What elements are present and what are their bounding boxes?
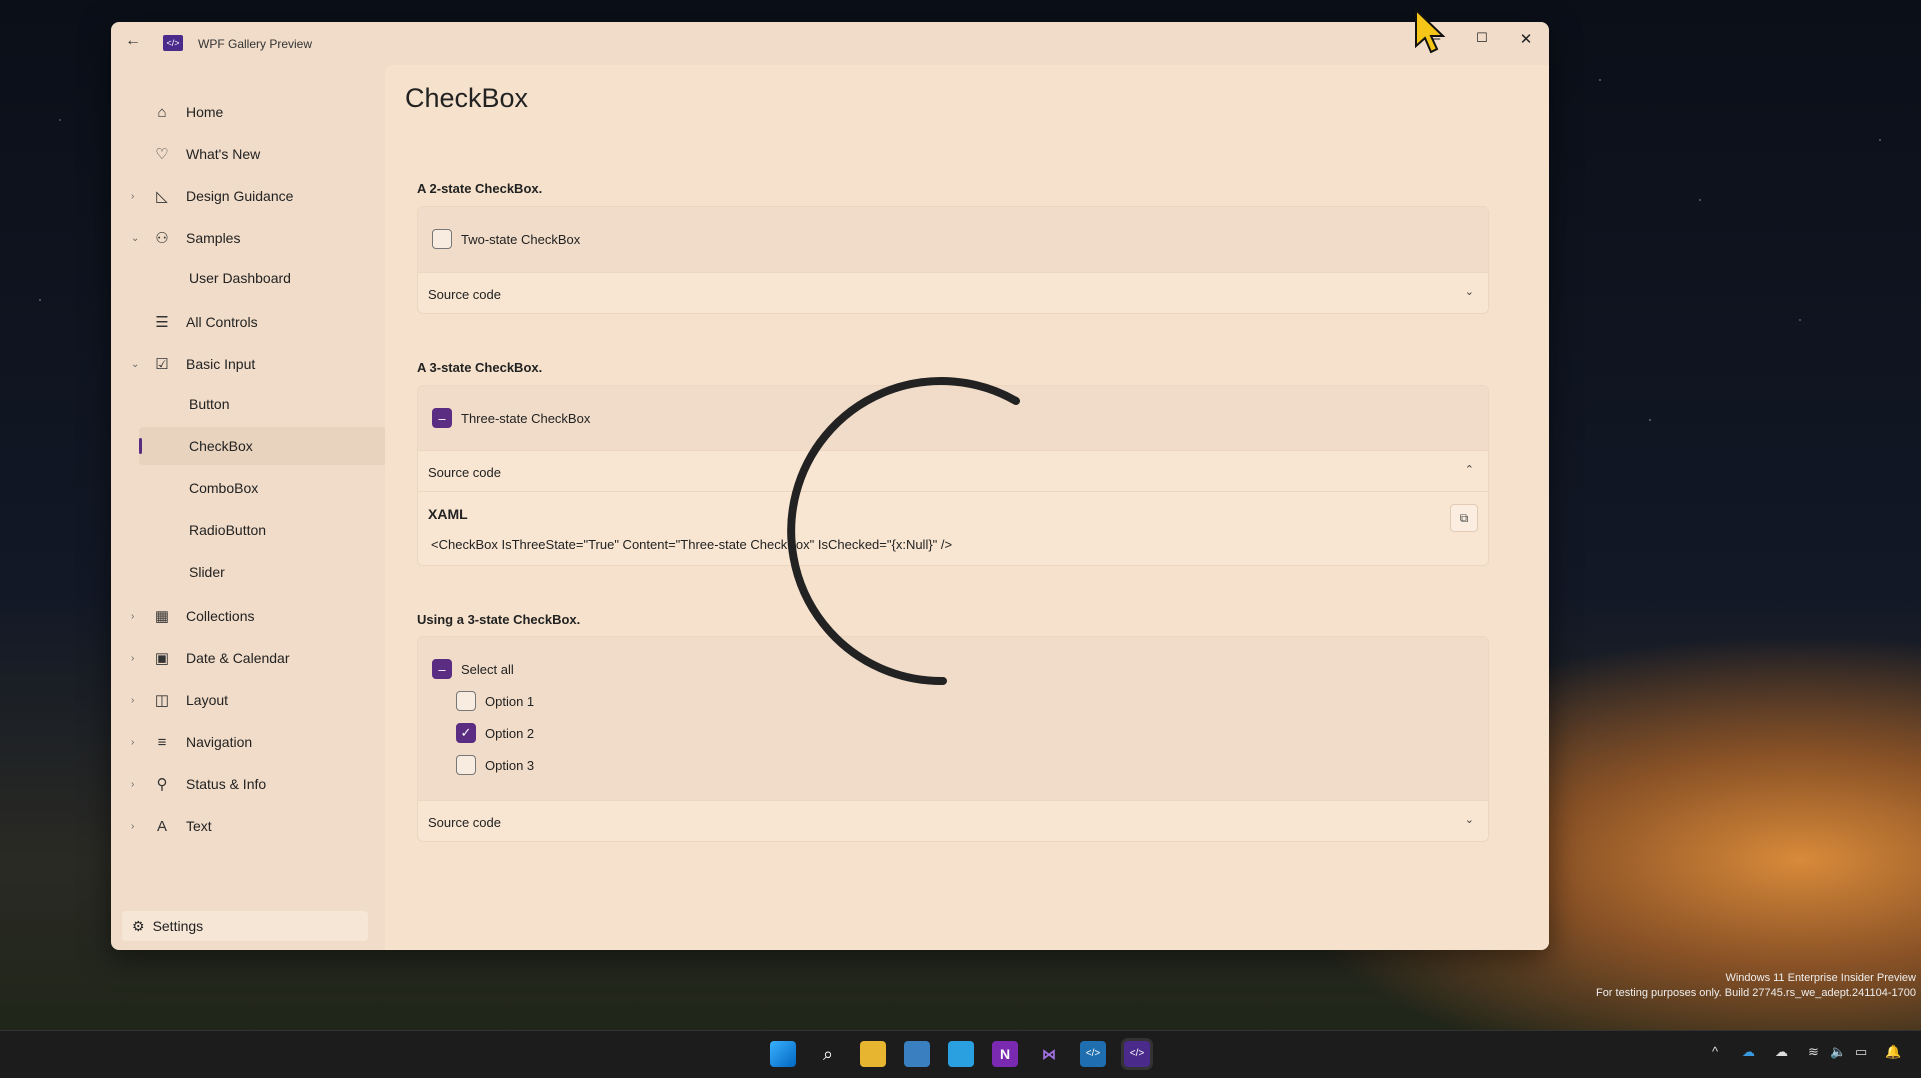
start-windows-icon[interactable] <box>770 1041 796 1067</box>
spinner-arc <box>787 377 1020 686</box>
notifications-icon[interactable]: 🔔 <box>1885 1044 1901 1060</box>
watermark-line1: Windows 11 Enterprise Insider Preview <box>1725 972 1916 984</box>
search-icon[interactable]: ⌕ <box>815 1041 841 1067</box>
wpf-gallery-taskbar-icon[interactable]: </> <box>1124 1041 1150 1067</box>
app-icon[interactable] <box>904 1041 930 1067</box>
onenote-icon[interactable]: N <box>992 1041 1018 1067</box>
volume-icon[interactable]: 🔈 <box>1830 1044 1846 1060</box>
mouse-cursor-icon <box>1415 8 1446 54</box>
photos-icon[interactable] <box>948 1041 974 1067</box>
dev-app-icon[interactable]: </> <box>1080 1041 1106 1067</box>
file-explorer-icon[interactable] <box>860 1041 886 1067</box>
loading-spinner <box>787 377 1020 686</box>
chevron-up-icon[interactable]: ^ <box>1712 1044 1718 1059</box>
wifi-icon[interactable]: ≋ <box>1808 1044 1819 1060</box>
battery-icon[interactable]: ▭ <box>1855 1044 1867 1060</box>
taskbar: ⌕ N ⋈ </> </> ^ ☁ ☁ ≋ 🔈 ▭ 🔔 <box>0 1030 1921 1078</box>
visual-studio-icon[interactable]: ⋈ <box>1036 1041 1062 1067</box>
onedrive-icon[interactable]: ☁ <box>1742 1044 1755 1060</box>
cloud-icon[interactable]: ☁ <box>1775 1044 1788 1060</box>
watermark-line2: For testing purposes only. Build 27745.r… <box>1595 987 1916 999</box>
